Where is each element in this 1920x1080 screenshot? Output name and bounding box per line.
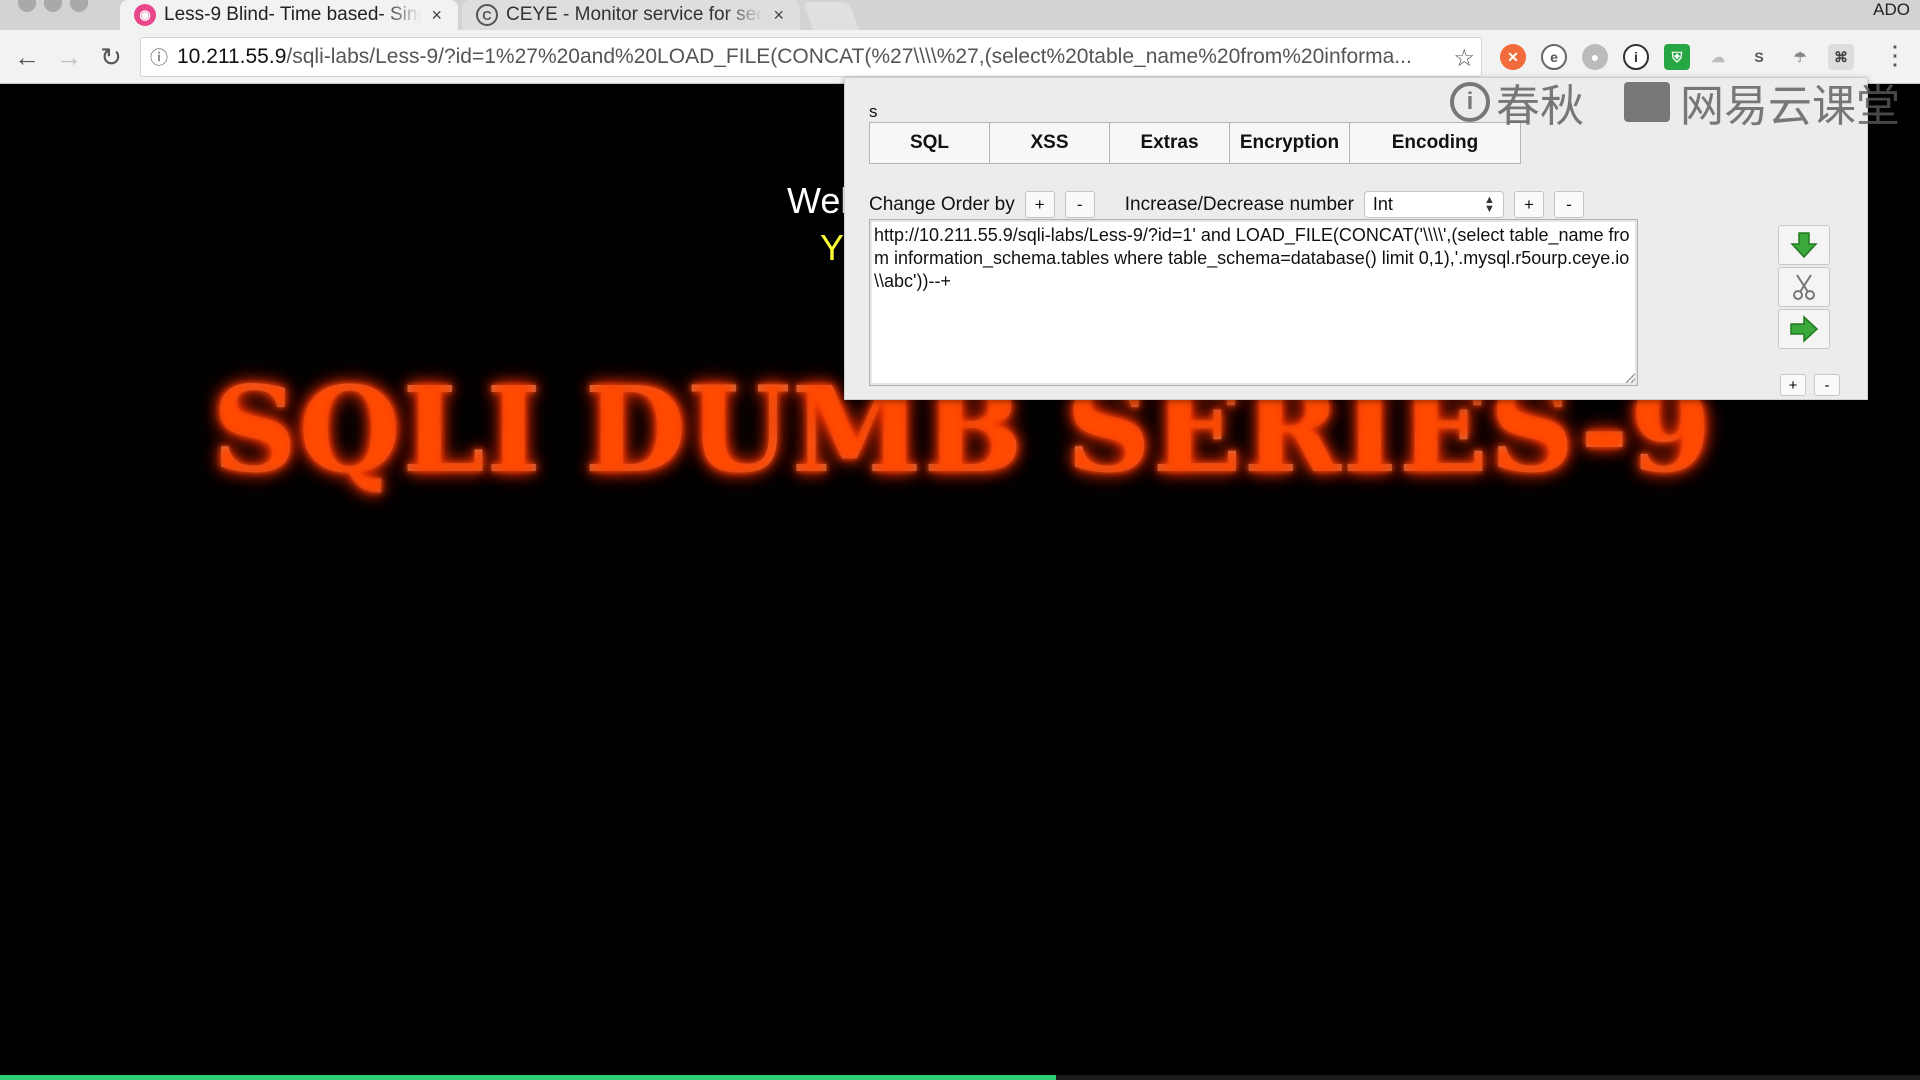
- site-info-icon[interactable]: ⓘ: [141, 44, 177, 70]
- bookmark-star-icon[interactable]: ☆: [1447, 44, 1475, 73]
- tab-xss[interactable]: XSS: [990, 123, 1110, 163]
- change-order-label: Change Order by: [869, 193, 1015, 215]
- panel-plus-button[interactable]: +: [1780, 374, 1806, 396]
- url-path: /sqli-labs/Less-9/?id=1%27%20and%20LOAD_…: [286, 45, 1412, 68]
- decrease-number-button[interactable]: -: [1553, 191, 1584, 218]
- execute-icon: [1790, 315, 1819, 343]
- close-tab-icon[interactable]: ×: [431, 5, 442, 26]
- progress-fill: [0, 1075, 1056, 1080]
- execute-button[interactable]: [1778, 309, 1830, 349]
- reload-icon[interactable]: ↻: [94, 40, 128, 74]
- netease-logo-icon: [1624, 82, 1670, 122]
- query-text: http://10.211.55.9/sqli-labs/Less-9/?id=…: [874, 225, 1630, 291]
- number-type-value: Int: [1372, 194, 1393, 214]
- query-textarea[interactable]: http://10.211.55.9/sqli-labs/Less-9/?id=…: [869, 219, 1638, 386]
- record-icon[interactable]: ●: [1582, 44, 1608, 70]
- url-host: 10.211.55.9: [177, 45, 287, 68]
- change-order-plus-button[interactable]: +: [1024, 191, 1055, 218]
- tab-title: Less-9 Blind- Time based- Single Quotes-…: [164, 4, 421, 25]
- hackbar-label: s: [869, 102, 878, 121]
- hackbar-controls-row: Change Order by + - Increase/Decrease nu…: [869, 191, 1584, 218]
- increase-number-button[interactable]: +: [1513, 191, 1544, 218]
- change-order-minus-button[interactable]: -: [1064, 191, 1095, 218]
- resize-grip-icon[interactable]: [1625, 373, 1635, 383]
- select-arrows-icon: ▲ ▼: [1484, 193, 1495, 215]
- umbrella-icon[interactable]: ☂: [1787, 44, 1813, 70]
- welcome-text: Wel: [787, 180, 849, 221]
- address-bar[interactable]: ⓘ 10.211.55.9/sqli-labs/Less-9/?id=1%27%…: [140, 37, 1482, 77]
- tab-sql[interactable]: SQL: [870, 123, 990, 163]
- ceye-favicon-icon: C: [476, 4, 498, 26]
- split-url-button[interactable]: [1778, 267, 1830, 307]
- forward-arrow-icon[interactable]: →: [52, 40, 86, 74]
- browser-window: ◉ Less-9 Blind- Time based- Single Quote…: [0, 0, 1920, 1080]
- panel-minus-button[interactable]: -: [1814, 374, 1840, 396]
- hackbar-icon[interactable]: ⌘: [1828, 44, 1854, 70]
- close-tab-icon[interactable]: ×: [773, 5, 784, 26]
- minimize-window-icon[interactable]: [44, 0, 62, 12]
- new-tab-button[interactable]: [802, 2, 860, 30]
- watermark-brand-2: 网易云课堂: [1680, 82, 1900, 131]
- close-window-icon[interactable]: [18, 0, 36, 12]
- back-arrow-icon[interactable]: ←: [10, 40, 44, 74]
- tab-encryption[interactable]: Encryption: [1230, 123, 1350, 163]
- browser-menu-icon[interactable]: ⋮: [1882, 42, 1908, 68]
- addon-orange-icon[interactable]: ✕: [1500, 44, 1526, 70]
- tab-extras[interactable]: Extras: [1110, 123, 1230, 163]
- cloud-icon[interactable]: ☁: [1705, 44, 1731, 70]
- watermark-brand-1: 春秋: [1496, 82, 1584, 131]
- load-url-icon: [1790, 232, 1818, 259]
- s-icon[interactable]: S: [1746, 44, 1772, 70]
- tab-ceye[interactable]: C CEYE - Monitor service for security te…: [462, 0, 800, 30]
- tab-title: CEYE - Monitor service for security test…: [506, 4, 764, 25]
- shield-icon[interactable]: ⛨: [1664, 44, 1690, 70]
- zoom-window-icon[interactable]: [70, 0, 88, 12]
- number-type-select[interactable]: Int ▲ ▼: [1363, 191, 1504, 218]
- you-are-text: Y: [820, 227, 845, 268]
- tab-less-9[interactable]: ◉ Less-9 Blind- Time based- Single Quote…: [120, 0, 458, 30]
- profile-label: ADO: [1873, 0, 1910, 19]
- split-url-icon: [1793, 274, 1815, 300]
- ichunqiu-logo-icon: i: [1450, 82, 1490, 122]
- info-icon[interactable]: i: [1623, 44, 1649, 70]
- sqli-labs-favicon-icon: ◉: [134, 4, 156, 26]
- load-url-button[interactable]: [1778, 225, 1830, 265]
- evernote-icon[interactable]: e: [1541, 44, 1567, 70]
- watermark: i 春秋 网易云课堂: [1450, 70, 1900, 134]
- tab-strip: ◉ Less-9 Blind- Time based- Single Quote…: [0, 0, 1920, 30]
- hackbar-tabs: SQL XSS Extras Encryption Encoding: [869, 122, 1521, 164]
- page-load-progress: [0, 1075, 1920, 1080]
- increase-decrease-label: Increase/Decrease number: [1124, 193, 1354, 215]
